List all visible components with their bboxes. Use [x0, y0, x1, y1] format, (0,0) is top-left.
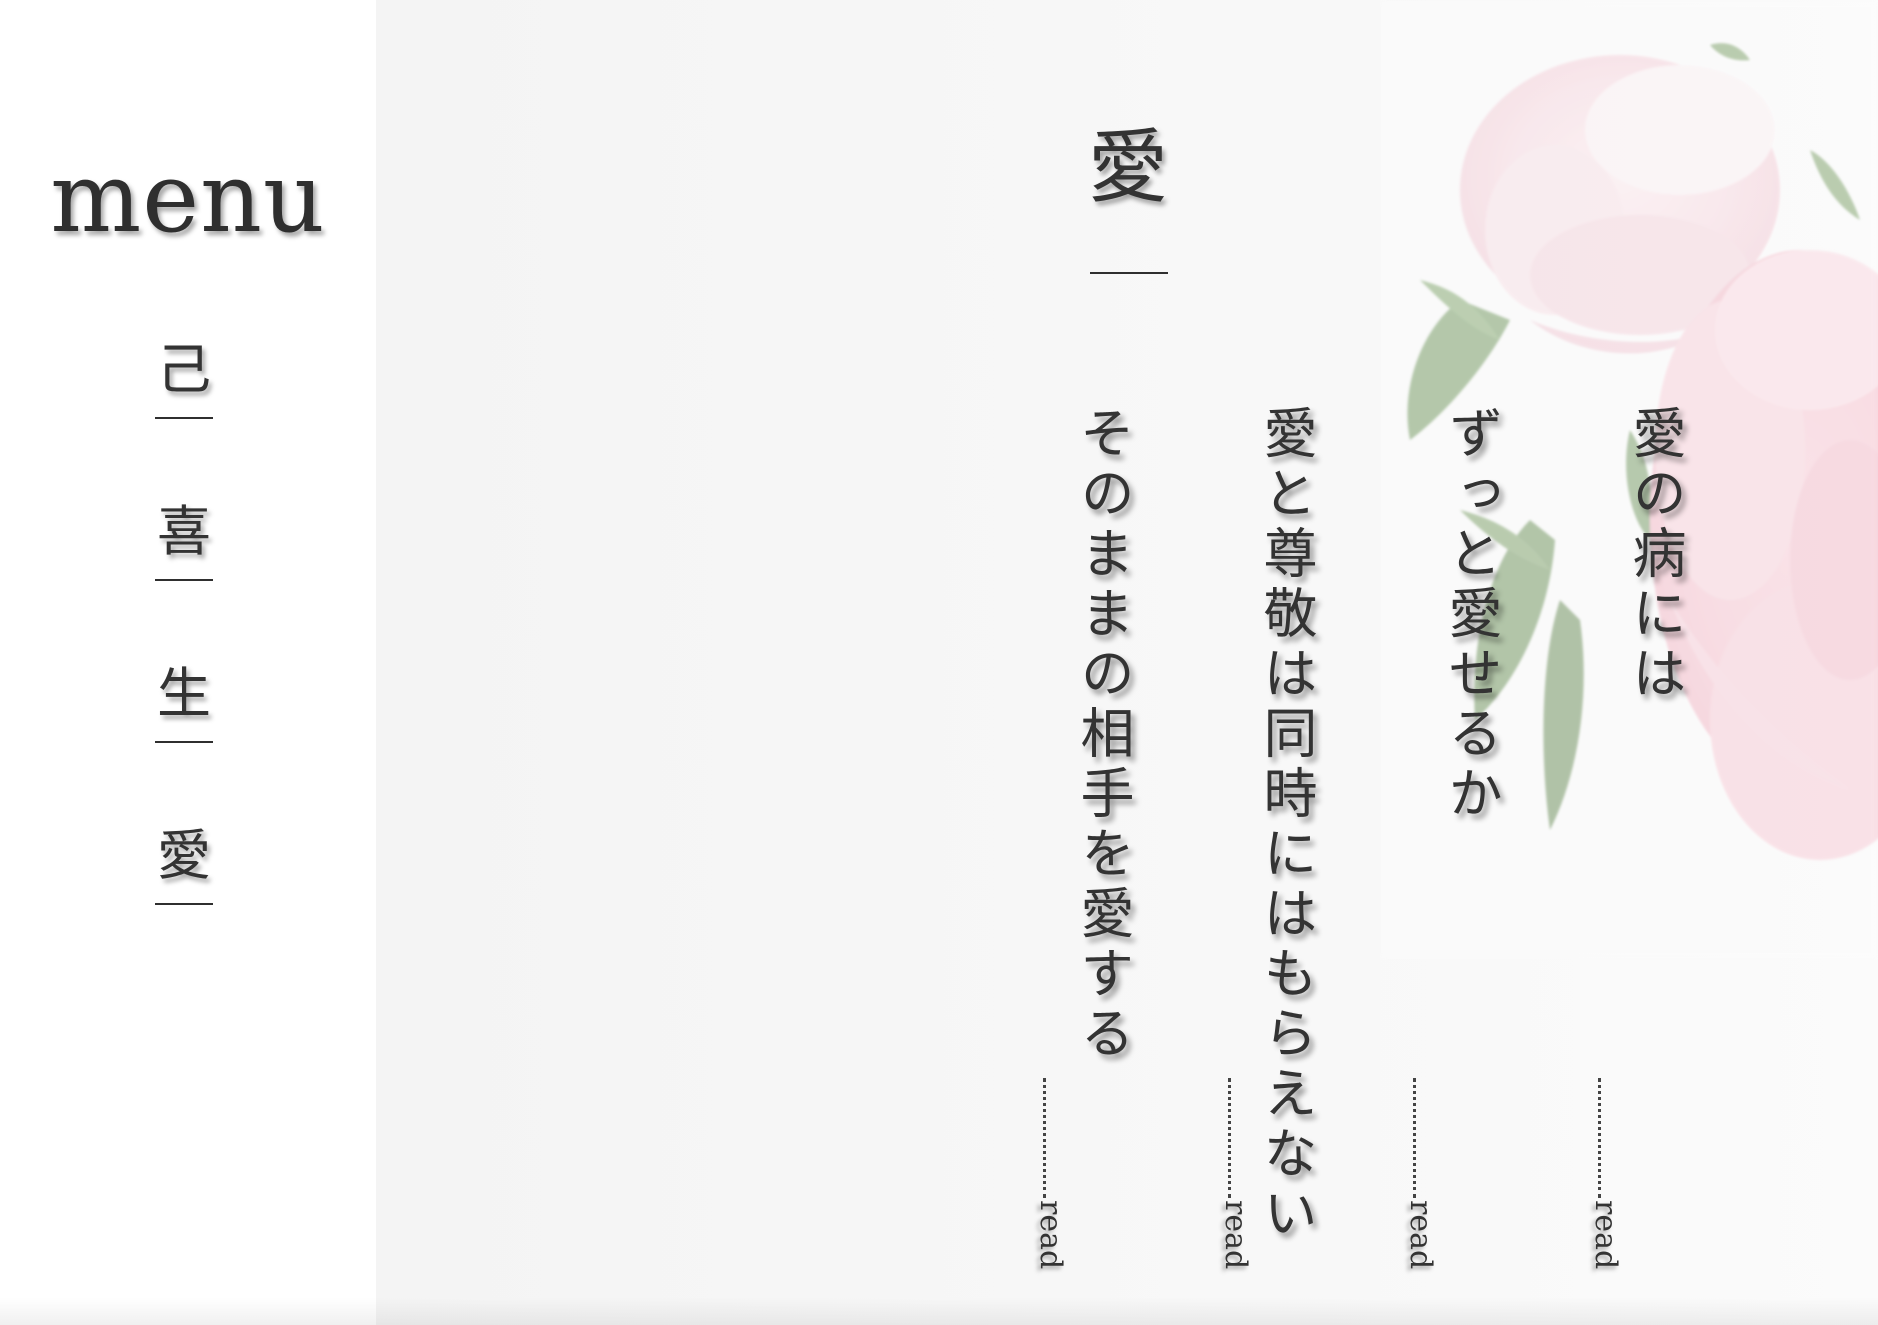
article-item[interactable]: 愛の病には — [1609, 405, 1699, 705]
read-link[interactable]: read — [1033, 1078, 1068, 1273]
read-link[interactable]: read — [1588, 1078, 1623, 1273]
section-title-underline — [1090, 272, 1168, 274]
read-dotted-leader — [1598, 1078, 1601, 1198]
sidebar-item-underline — [155, 741, 213, 743]
article-item[interactable]: 愛と尊敬は同時にはもらえない — [1240, 405, 1330, 1245]
sidebar-item-label: 愛 — [157, 824, 211, 887]
article-title[interactable]: そのままの相手を愛する — [1057, 405, 1147, 1065]
read-label[interactable]: read — [1218, 1200, 1253, 1269]
read-dotted-leader — [1413, 1078, 1416, 1198]
sidebar-item-label: 喜 — [157, 500, 211, 563]
sidebar-item-life[interactable]: 生 — [153, 654, 215, 744]
read-link[interactable]: read — [1403, 1078, 1438, 1273]
sidebar-item-joy[interactable]: 喜 — [153, 492, 215, 582]
page: menu 己 喜 生 愛 愛 愛の病には read ずっと愛せるか read 愛… — [0, 0, 1878, 1325]
section-title: 愛 — [1088, 121, 1168, 214]
read-label[interactable]: read — [1403, 1200, 1438, 1269]
read-label[interactable]: read — [1033, 1200, 1068, 1269]
article-item[interactable]: そのままの相手を愛する — [1057, 405, 1147, 1065]
sidebar-item-self[interactable]: 己 — [153, 330, 215, 420]
menu-title: menu — [50, 142, 326, 254]
article-title[interactable]: 愛と尊敬は同時にはもらえない — [1240, 405, 1330, 1245]
sidebar: menu 己 喜 生 愛 — [0, 0, 376, 1325]
article-title[interactable]: ずっと愛せるか — [1425, 405, 1515, 825]
sidebar-item-underline — [155, 417, 213, 419]
sidebar-item-label: 生 — [157, 662, 211, 725]
sidebar-item-love[interactable]: 愛 — [153, 816, 215, 906]
article-item[interactable]: ずっと愛せるか — [1425, 405, 1515, 825]
sidebar-item-underline — [155, 903, 213, 905]
read-link[interactable]: read — [1218, 1078, 1253, 1273]
read-dotted-leader — [1228, 1078, 1231, 1198]
article-title[interactable]: 愛の病には — [1609, 405, 1699, 705]
read-dotted-leader — [1043, 1078, 1046, 1198]
sidebar-item-label: 己 — [157, 338, 211, 401]
sidebar-item-underline — [155, 579, 213, 581]
read-label[interactable]: read — [1588, 1200, 1623, 1269]
